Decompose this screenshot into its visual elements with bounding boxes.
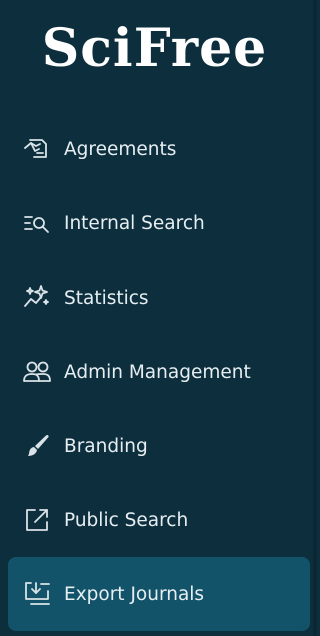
sidebar-item-admin-management[interactable]: Admin Management [8,337,310,407]
sidebar-item-branding[interactable]: Branding [8,411,310,481]
export-download-icon [22,579,52,609]
sidebar-item-agreements[interactable]: Agreements [8,114,310,184]
people-icon [22,357,52,387]
sidebar-item-label: Public Search [64,509,189,531]
external-link-icon [22,505,52,535]
list-search-icon [22,208,52,238]
sidebar: SciFree Agreements Internal Search Stati… [0,0,317,636]
sidebar-item-label: Export Journals [64,583,205,605]
sidebar-item-label: Statistics [64,287,149,309]
sidebar-item-label: Branding [64,435,148,457]
sidebar-item-export-journals[interactable]: Export Journals [8,557,310,631]
sidebar-item-label: Internal Search [64,212,205,234]
sidebar-item-public-search[interactable]: Public Search [8,485,310,555]
sidebar-item-label: Admin Management [64,361,251,383]
sidebar-item-internal-search[interactable]: Internal Search [8,188,310,258]
brand-logo[interactable]: SciFree [0,14,309,84]
sidebar-item-label: Agreements [64,138,177,160]
handshake-document-icon [22,134,52,164]
paintbrush-icon [22,431,52,461]
sparkle-trend-icon [22,283,52,313]
sidebar-item-statistics[interactable]: Statistics [8,263,310,333]
